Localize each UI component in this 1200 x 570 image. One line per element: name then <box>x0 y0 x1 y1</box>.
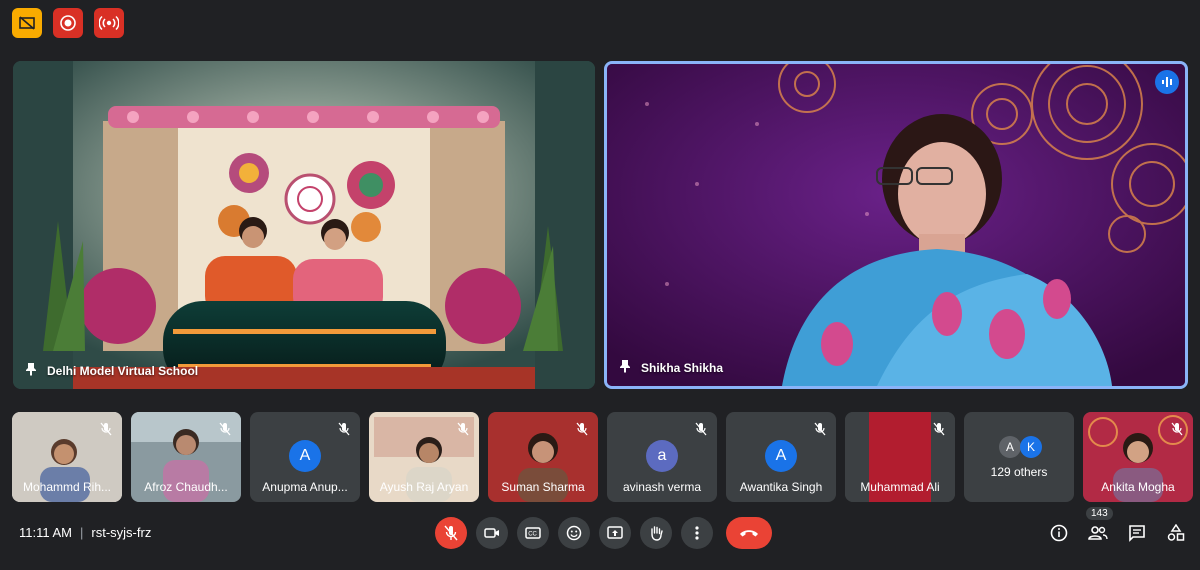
record-icon[interactable] <box>53 8 83 38</box>
call-controls: CC <box>435 517 772 549</box>
bottom-toolbar: 11:11 AM | rst-syjs-frz CC 143 <box>0 507 1200 554</box>
raise-hand-button[interactable] <box>640 517 672 549</box>
participant-tile[interactable]: Afroz Chaudh... <box>131 412 241 502</box>
participant-name: Muhammad Ali <box>860 480 940 494</box>
participant-tile[interactable]: Mohammd Rih... <box>12 412 122 502</box>
avatar: K <box>1020 436 1042 458</box>
speaking-indicator-icon <box>1155 70 1179 94</box>
mic-off-icon <box>576 422 588 441</box>
main-video-tile-speaker[interactable]: Shikha Shikha <box>604 61 1188 389</box>
participant-strip: Mohammd Rih... Afroz Chaudh... A Anupma … <box>12 412 1193 502</box>
participant-name: Ayush Raj Aryan <box>379 480 469 494</box>
meeting-code: rst-syjs-frz <box>91 525 152 540</box>
end-call-icon <box>740 530 758 537</box>
participant-tile[interactable]: A Awantika Singh <box>726 412 836 502</box>
mic-off-icon <box>219 422 231 441</box>
captions-icon: CC <box>525 527 541 539</box>
avatar: A <box>289 440 321 472</box>
participant-name: avinash verma <box>622 480 702 494</box>
participant-name: Mohammd Rih... <box>22 480 112 494</box>
pin-icon[interactable] <box>619 359 631 376</box>
end-call-button[interactable] <box>726 517 772 549</box>
participant-name: Afroz Chaudh... <box>144 480 228 494</box>
participant-tile[interactable]: a avinash verma <box>607 412 717 502</box>
participant-tile[interactable]: Suman Sharma <box>488 412 598 502</box>
participant-name: Delhi Model Virtual School <box>47 363 199 378</box>
more-options-icon <box>695 526 699 540</box>
people-icon <box>1088 526 1108 540</box>
mic-off-icon <box>338 422 350 441</box>
top-status-icons <box>12 8 124 38</box>
people-count-badge: 143 <box>1086 507 1113 520</box>
others-count: 129 others <box>990 465 1048 479</box>
present-button[interactable] <box>599 517 631 549</box>
avatar: A <box>765 440 797 472</box>
camera-toggle-button[interactable] <box>476 517 508 549</box>
meeting-separator: | <box>80 525 84 540</box>
others-tile[interactable]: A K 129 others <box>964 412 1074 502</box>
present-to-all-off-icon[interactable] <box>12 8 42 38</box>
side-panel-controls: 143 <box>1046 507 1189 546</box>
participant-name: Awantika Singh <box>739 480 823 494</box>
speaker-video <box>607 64 1185 386</box>
mic-off-icon <box>814 422 826 441</box>
emoji-icon <box>566 525 582 541</box>
participant-tile[interactable]: Ankita Mogha <box>1083 412 1193 502</box>
present-icon <box>607 526 623 539</box>
avatar: A <box>999 436 1021 458</box>
activities-icon <box>1167 524 1185 541</box>
raise-hand-icon <box>651 526 663 541</box>
camera-icon <box>484 528 499 538</box>
participant-tile[interactable]: Ayush Raj Aryan <box>369 412 479 502</box>
mic-off-icon <box>100 422 112 441</box>
avatar: a <box>646 440 678 472</box>
participant-name: Ankita Mogha <box>1101 480 1175 494</box>
tile-name-speaker: Shikha Shikha <box>619 359 723 376</box>
chat-button[interactable] <box>1124 520 1150 546</box>
more-options-button[interactable] <box>681 517 713 549</box>
reactions-button[interactable] <box>558 517 590 549</box>
pin-icon[interactable] <box>25 362 37 379</box>
mic-off-icon <box>457 422 469 441</box>
info-icon <box>1050 524 1068 542</box>
meeting-info: 11:11 AM | rst-syjs-frz <box>19 525 151 540</box>
participant-tile[interactable]: Muhammad Ali <box>845 412 955 502</box>
participant-tile[interactable]: A Anupma Anup... <box>250 412 360 502</box>
captions-button[interactable]: CC <box>517 517 549 549</box>
main-video-tile-school[interactable]: Delhi Model Virtual School <box>13 61 595 389</box>
meeting-details-button[interactable] <box>1046 520 1072 546</box>
chat-icon <box>1129 525 1145 542</box>
mic-off-icon <box>444 525 458 541</box>
participant-name: Anupma Anup... <box>262 480 348 494</box>
mic-off-icon <box>933 422 945 441</box>
tile-name-school: Delhi Model Virtual School <box>25 362 198 379</box>
activities-button[interactable] <box>1163 520 1189 546</box>
participant-name: Shikha Shikha <box>641 360 724 375</box>
participant-name: Suman Sharma <box>501 480 585 494</box>
live-stream-icon[interactable] <box>94 8 124 38</box>
people-button[interactable]: 143 <box>1085 507 1113 546</box>
mic-toggle-button[interactable] <box>435 517 467 549</box>
mic-off-icon <box>1171 422 1183 441</box>
mic-off-icon <box>695 422 707 441</box>
svg-text:CC: CC <box>528 532 537 538</box>
school-stage-video <box>13 61 595 389</box>
meeting-time: 11:11 AM <box>19 525 72 540</box>
